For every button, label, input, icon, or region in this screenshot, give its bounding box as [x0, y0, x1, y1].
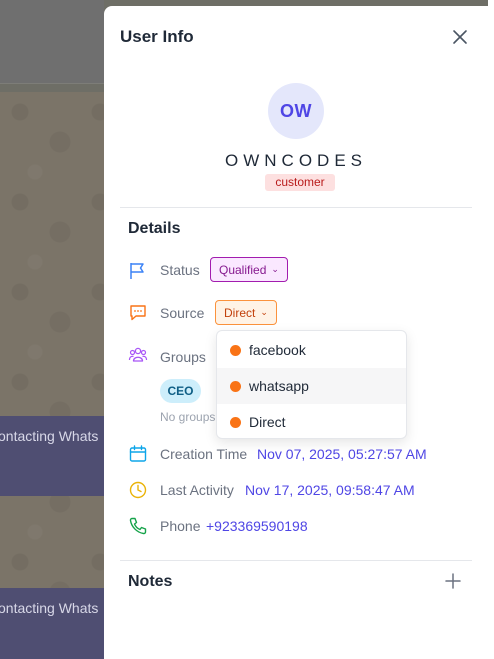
background-message-text: ontacting Whats: [0, 428, 99, 444]
status-dot-icon: [230, 344, 241, 356]
status-dot-icon: [230, 416, 241, 428]
group-tag[interactable]: CEO: [160, 379, 201, 403]
dropdown-option-whatsapp[interactable]: whatsapp: [217, 368, 406, 404]
status-dropdown[interactable]: Qualified ⌄: [210, 257, 288, 282]
users-icon: [128, 347, 148, 362]
background-message: ontacting Whats: [0, 588, 104, 659]
close-icon[interactable]: [450, 27, 470, 47]
flag-icon: [130, 263, 144, 279]
divider: [120, 207, 472, 208]
chevron-down-icon: ⌄: [271, 264, 279, 274]
background-header: [0, 0, 104, 84]
creation-time-label: Creation Time: [160, 446, 248, 462]
dropdown-option-label: whatsapp: [249, 378, 309, 394]
source-label: Source: [160, 305, 205, 321]
status-dot-icon: [230, 380, 241, 392]
dropdown-option-direct[interactable]: Direct: [217, 404, 406, 438]
dropdown-option-label: facebook: [249, 342, 306, 358]
phone-icon: [129, 517, 147, 535]
chevron-down-icon: ⌄: [260, 307, 268, 317]
divider: [120, 560, 472, 561]
source-value: Direct: [224, 305, 256, 320]
panel-edge: [488, 0, 494, 659]
status-value: Qualified: [219, 262, 267, 277]
user-info-panel: User Info OW OWNCODES customer Details S…: [104, 6, 488, 659]
background-chat: ontacting Whats ontacting Whats: [0, 0, 104, 659]
status-label: Status: [160, 262, 200, 278]
notes-heading: Notes: [128, 573, 173, 590]
source-dropdown-menu: facebook whatsapp Direct: [216, 330, 407, 439]
creation-time-value: Nov 07, 2025, 05:27:57 AM: [257, 446, 427, 462]
phone-label: Phone: [160, 518, 201, 534]
no-groups-text: No groups: [160, 410, 216, 424]
clock-icon: [129, 481, 147, 499]
calendar-icon: [129, 445, 147, 462]
background-pattern: [0, 92, 104, 659]
background-message-text: ontacting Whats: [0, 600, 99, 616]
background-message: ontacting Whats: [0, 416, 104, 496]
dropdown-option-facebook[interactable]: facebook: [217, 332, 406, 368]
plus-icon[interactable]: [444, 572, 462, 590]
dropdown-option-label: Direct: [249, 414, 286, 430]
chat-bubble-icon: [130, 305, 146, 321]
source-dropdown[interactable]: Direct ⌄: [215, 300, 277, 325]
role-badge: customer: [265, 174, 335, 191]
panel-title: User Info: [120, 27, 194, 46]
last-activity-value: Nov 17, 2025, 09:58:47 AM: [245, 482, 415, 498]
last-activity-label: Last Activity: [160, 482, 234, 498]
groups-label: Groups: [160, 349, 206, 365]
user-name: OWNCODES: [225, 151, 367, 170]
phone-value[interactable]: +923369590198: [206, 518, 308, 534]
details-heading: Details: [128, 220, 181, 237]
avatar: OW: [268, 83, 324, 139]
